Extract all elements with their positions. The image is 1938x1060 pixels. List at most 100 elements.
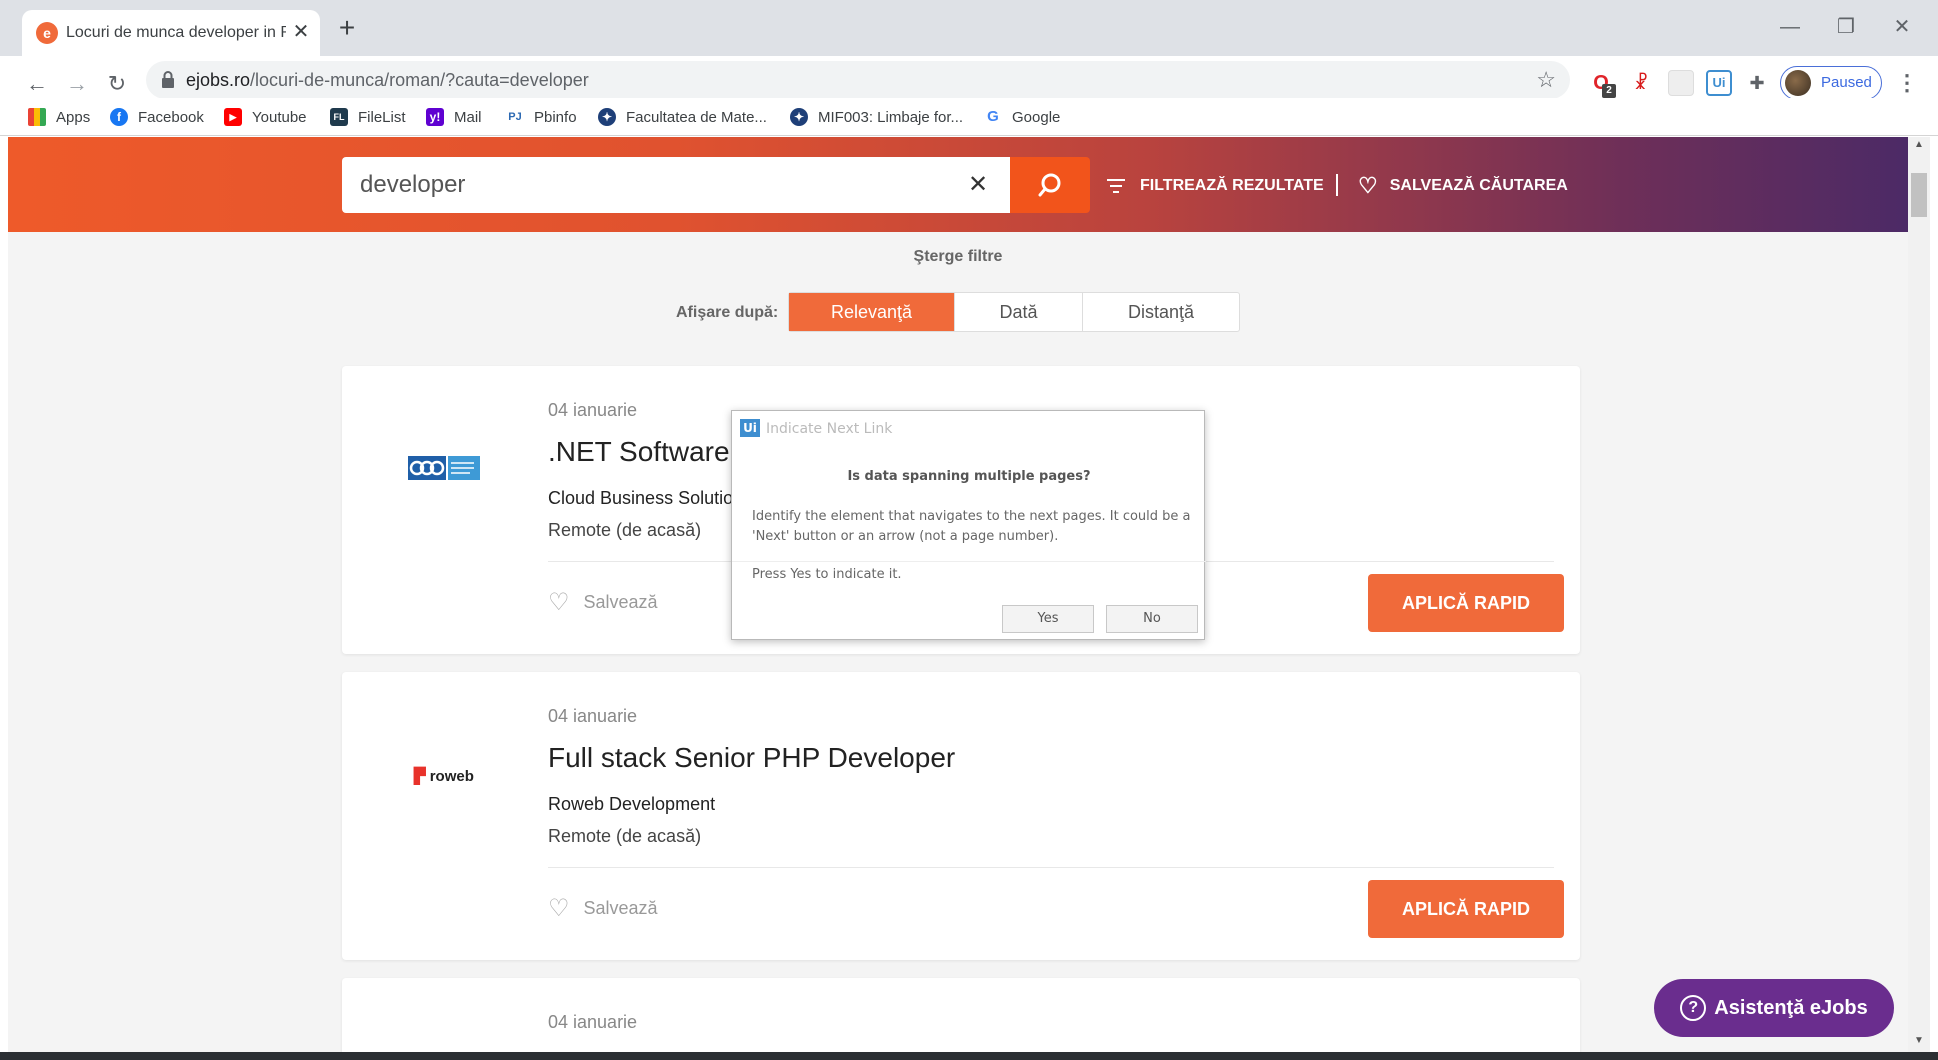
roweb-logo: ▛ roweb	[414, 768, 474, 785]
bookmark-pbinfo[interactable]: PJ Pbinfo	[506, 104, 576, 130]
save-label: Salvează	[583, 898, 658, 918]
bookmark-label: Youtube	[252, 108, 307, 126]
scroll-thumb[interactable]	[1911, 173, 1927, 217]
close-window-icon[interactable]: ✕	[1882, 10, 1922, 44]
search-icon	[1038, 173, 1061, 197]
uipath-extension-icon[interactable]: Ui	[1706, 70, 1732, 96]
search-button[interactable]	[1010, 157, 1090, 213]
search-value: developer	[360, 171, 466, 198]
cloud-business-solutions-logo	[408, 453, 480, 483]
bookmark-apps[interactable]: Apps	[28, 104, 90, 130]
bookmark-filelist[interactable]: FL FileList	[330, 104, 406, 130]
bookmark-facultatea[interactable]: ✦ Facultatea de Mate...	[598, 104, 767, 130]
job-card[interactable]: 04 ianuarie	[342, 978, 1580, 1052]
pbinfo-icon: PJ	[508, 111, 522, 123]
bookmark-mif003[interactable]: ✦ MIF003: Limbaje for...	[790, 104, 963, 130]
reload-icon[interactable]: ↻	[102, 69, 132, 99]
ejobs-favicon-icon: e	[36, 22, 58, 44]
bookmarks-bar: Apps f Facebook ▶ Youtube FL FileList y!…	[0, 98, 1938, 136]
save-job-button[interactable]: ♡ Salvează	[548, 894, 658, 923]
sort-label: Afişare după:	[676, 304, 779, 321]
search-input[interactable]: developer ✕	[342, 157, 1010, 213]
dialog-title: Indicate Next Link	[766, 421, 893, 437]
job-company[interactable]: Cloud Business Solutions	[548, 488, 752, 509]
job-card[interactable]: ▛ roweb 04 ianuarie Full stack Senior PH…	[342, 672, 1580, 960]
university-icon: ✦	[790, 108, 808, 126]
apply-button[interactable]: APLICĂ RAPID	[1368, 880, 1564, 938]
uipath-logo-icon: Ui	[740, 419, 760, 437]
bookmark-youtube[interactable]: ▶ Youtube	[224, 104, 307, 130]
dialog-body: Identify the element that navigates to t…	[752, 509, 1191, 544]
bookmark-mail[interactable]: y! Mail	[426, 104, 482, 130]
address-bar[interactable]: ejobs.ro/locuri-de-munca/roman/?cauta=de…	[146, 61, 1570, 99]
opera-extension-icon[interactable]: O2	[1588, 70, 1616, 98]
forward-icon[interactable]: →	[62, 69, 92, 99]
heart-icon: ♡	[1358, 173, 1378, 198]
save-search-button[interactable]: ♡ SALVEAZĂ CĂUTAREA	[1358, 173, 1568, 198]
back-icon[interactable]: ←	[22, 69, 52, 99]
filter-label: FILTREAZĂ REZULTATE	[1140, 177, 1324, 194]
job-location: Remote (de acasă)	[548, 826, 702, 846]
apps-grid-icon	[28, 108, 46, 126]
browser-tab[interactable]: e Locuri de munca developer in Ro ✕	[22, 10, 320, 56]
filter-icon	[1107, 179, 1125, 193]
bookmark-label: Facultatea de Mate...	[626, 108, 767, 126]
bookmark-label: FileList	[358, 108, 406, 126]
avatar	[1785, 70, 1811, 96]
bookmark-label: MIF003: Limbaje for...	[818, 108, 964, 126]
job-date: 04 ianuarie	[548, 1012, 638, 1032]
scroll-up-icon[interactable]: ▲	[1908, 139, 1930, 150]
browser-tab-strip: e Locuri de munca developer in Ro ✕ + — …	[0, 0, 1938, 56]
sort-relevance[interactable]: Relevanţă	[789, 293, 955, 331]
bookmark-facebook[interactable]: f Facebook	[110, 104, 204, 130]
bookmark-google[interactable]: G Google	[984, 104, 1060, 130]
dialog-divider	[732, 561, 1206, 562]
clear-filters-link[interactable]: Şterge filtre	[8, 248, 1908, 266]
sort-date[interactable]: Dată	[955, 293, 1083, 331]
roweb-mark-icon: ▛	[414, 768, 426, 785]
yes-button[interactable]: Yes	[1002, 605, 1094, 633]
filelist-icon: FL	[330, 108, 348, 126]
filter-results-button[interactable]: FILTREAZĂ REZULTATE	[1106, 175, 1324, 197]
bookmark-label: Mail	[454, 108, 482, 126]
sort-distance[interactable]: Distanţă	[1083, 293, 1239, 331]
puzzle-extensions-icon[interactable]: ✚	[1744, 70, 1770, 96]
no-button[interactable]: No	[1106, 605, 1198, 633]
scroll-down-icon[interactable]: ▼	[1908, 1035, 1930, 1046]
bookmark-label: Google	[1012, 108, 1061, 126]
red-extension-icon[interactable]: ☧	[1628, 70, 1654, 96]
job-company[interactable]: Roweb Development	[548, 794, 715, 815]
new-tab-button[interactable]: +	[332, 14, 362, 44]
youtube-icon: ▶	[224, 108, 242, 126]
job-title[interactable]: Full stack Senior PHP Developer	[548, 742, 955, 774]
save-search-label: SALVEAZĂ CĂUTAREA	[1389, 177, 1568, 194]
restore-window-icon[interactable]: ❐	[1826, 10, 1866, 44]
profile-status: Paused	[1821, 74, 1872, 91]
browser-menu-icon[interactable]: ⋮	[1896, 70, 1918, 96]
page-scrollbar[interactable]: ▲ ▼	[1908, 137, 1930, 1052]
blank-extension-icon[interactable]	[1668, 70, 1694, 96]
dialog-heading: Is data spanning multiple pages?	[847, 469, 1091, 484]
search-header: developer ✕ FILTREAZĂ REZULTATE ♡ SALVEA…	[8, 137, 1908, 232]
tab-close-icon[interactable]: ✕	[290, 21, 312, 43]
bookmark-label: Facebook	[138, 108, 204, 126]
minimize-window-icon[interactable]: —	[1770, 10, 1810, 44]
save-job-button[interactable]: ♡ Salvează	[548, 588, 658, 617]
bookmark-star-icon[interactable]: ☆	[1536, 67, 1556, 93]
question-icon: ?	[1680, 995, 1707, 1021]
taskbar-strip	[0, 1052, 1938, 1060]
facebook-icon: f	[110, 108, 128, 126]
clear-search-icon[interactable]: ✕	[968, 157, 988, 213]
indicate-next-link-dialog: Ui Indicate Next Link Is data spanning m…	[731, 410, 1206, 640]
header-divider	[1336, 174, 1338, 196]
heart-icon: ♡	[548, 589, 570, 616]
bookmark-label: Apps	[56, 108, 91, 126]
job-location: Remote (de acasă)	[548, 520, 702, 540]
apply-button[interactable]: APLICĂ RAPID	[1368, 574, 1564, 632]
job-date: 04 ianuarie	[548, 706, 638, 726]
card-divider	[548, 867, 1554, 868]
profile-button[interactable]: Paused	[1780, 66, 1882, 100]
job-date: 04 ianuarie	[548, 400, 638, 420]
university-icon: ✦	[598, 108, 616, 126]
help-chat-button[interactable]: ? Asistenţă eJobs	[1654, 979, 1894, 1037]
